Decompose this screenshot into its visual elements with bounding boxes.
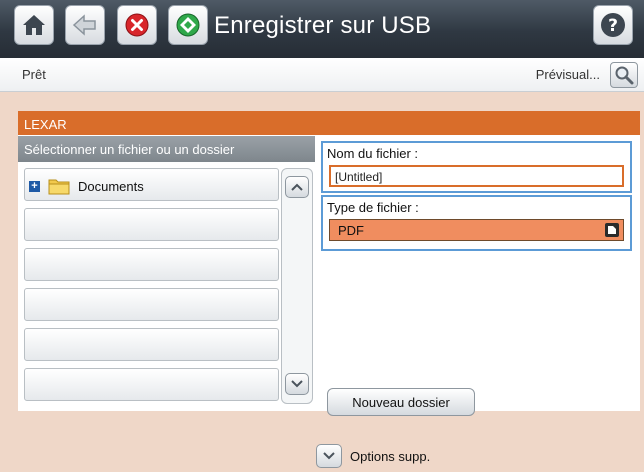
list-item[interactable]: + Documents	[24, 168, 279, 201]
help-icon: ?	[601, 13, 625, 37]
list-item-label: Documents	[78, 178, 144, 194]
file-type-label: Type de fichier :	[327, 200, 419, 215]
folder-icon	[48, 179, 70, 195]
home-button[interactable]	[14, 5, 54, 45]
preview-button[interactable]	[610, 62, 638, 88]
start-button[interactable]	[168, 5, 208, 45]
start-icon	[176, 13, 200, 37]
scroll-down-button[interactable]	[285, 373, 309, 395]
scrollbar[interactable]	[281, 168, 313, 404]
svg-text:?: ?	[608, 16, 618, 36]
status-bar: Prêt Prévisual...	[0, 58, 644, 92]
chevron-down-icon	[323, 452, 335, 460]
file-name-group: Nom du fichier : [Untitled]	[321, 141, 632, 193]
scroll-up-button[interactable]	[285, 176, 309, 198]
list-item[interactable]	[24, 368, 279, 401]
more-options[interactable]: Options supp.	[316, 444, 430, 468]
main-area: LEXAR Sélectionner un fichier ou un doss…	[0, 92, 644, 472]
new-folder-button[interactable]: Nouveau dossier	[327, 388, 475, 416]
help-button[interactable]: ?	[593, 5, 633, 45]
top-bar: Enregistrer sur USB ?	[0, 0, 644, 58]
status-text: Prêt	[22, 67, 46, 82]
preview-label[interactable]: Prévisual...	[536, 67, 600, 82]
file-name-field[interactable]: [Untitled]	[329, 165, 624, 187]
list-item[interactable]	[24, 288, 279, 321]
more-options-button[interactable]	[316, 444, 342, 468]
save-panel: LEXAR Sélectionner un fichier ou un doss…	[18, 111, 640, 416]
file-type-value: PDF	[338, 223, 364, 238]
list-item[interactable]	[24, 328, 279, 361]
file-type-select[interactable]: PDF	[329, 219, 624, 241]
dropdown-icon	[605, 223, 619, 237]
list-item[interactable]	[24, 248, 279, 281]
more-options-label: Options supp.	[350, 448, 431, 464]
page-title: Enregistrer sur USB	[214, 12, 432, 39]
file-type-group: Type de fichier : PDF	[321, 195, 632, 251]
plus-icon[interactable]: +	[29, 180, 40, 192]
file-list-header: Sélectionner un fichier ou un dossier	[18, 136, 315, 162]
chevron-up-icon	[291, 183, 303, 191]
back-icon	[72, 14, 96, 36]
stop-button[interactable]	[117, 5, 157, 45]
device-name: LEXAR	[18, 111, 640, 135]
back-button[interactable]	[65, 5, 105, 45]
stop-icon	[125, 13, 149, 37]
home-icon	[23, 15, 45, 35]
magnifier-icon	[615, 66, 634, 85]
chevron-down-icon	[291, 380, 303, 388]
list-item[interactable]	[24, 208, 279, 241]
file-name-label: Nom du fichier :	[327, 146, 419, 161]
